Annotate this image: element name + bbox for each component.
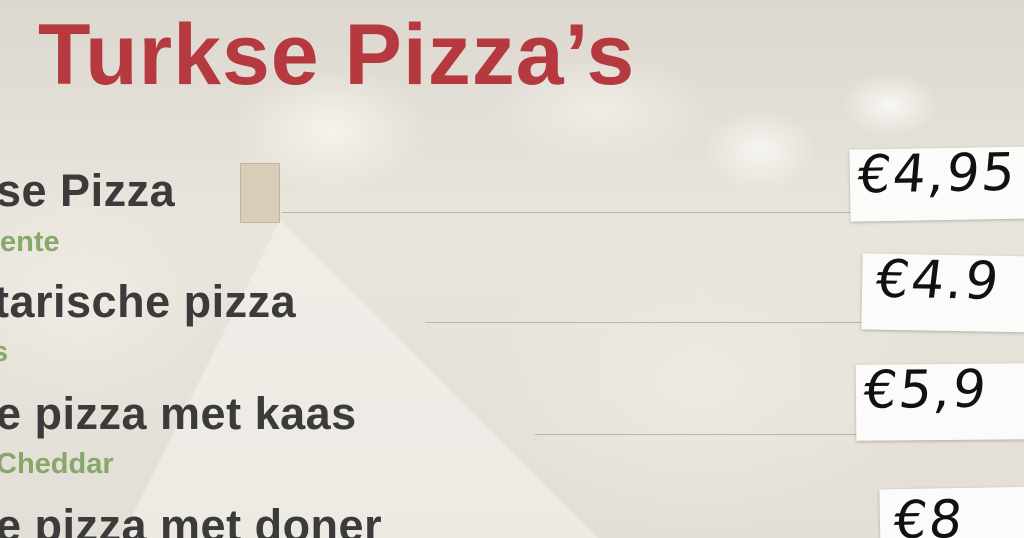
price-text: €4,95 <box>855 146 1020 206</box>
menu-item-description: ente <box>0 226 60 258</box>
price-label: €4.9 <box>861 253 1024 333</box>
price-text: €4.9 <box>872 253 1004 312</box>
price-label: €4,95 <box>849 146 1024 222</box>
price-text: €5,9 <box>861 363 991 421</box>
menu-item-name: e pizza met kaas <box>0 388 357 439</box>
menu-item-description: s <box>0 336 9 368</box>
price-text: €8 <box>891 489 967 538</box>
price-label: €5,9 <box>855 363 1024 441</box>
menu-item-divider <box>425 322 863 323</box>
menu-item-description: Cheddar <box>0 448 114 480</box>
menu-item-divider <box>535 434 857 435</box>
pizza-slice-illustration <box>120 220 600 538</box>
price-label: €8 <box>879 486 1024 538</box>
menu-item-name: tarische pizza <box>0 276 297 327</box>
menu-item-name: se Pizza <box>0 165 176 216</box>
menu-title: Turkse Pizza’s <box>38 7 636 103</box>
tape-sticker <box>240 163 280 223</box>
menu-item-name: e pizza met doner <box>0 500 383 538</box>
menu-item-divider <box>282 212 850 213</box>
